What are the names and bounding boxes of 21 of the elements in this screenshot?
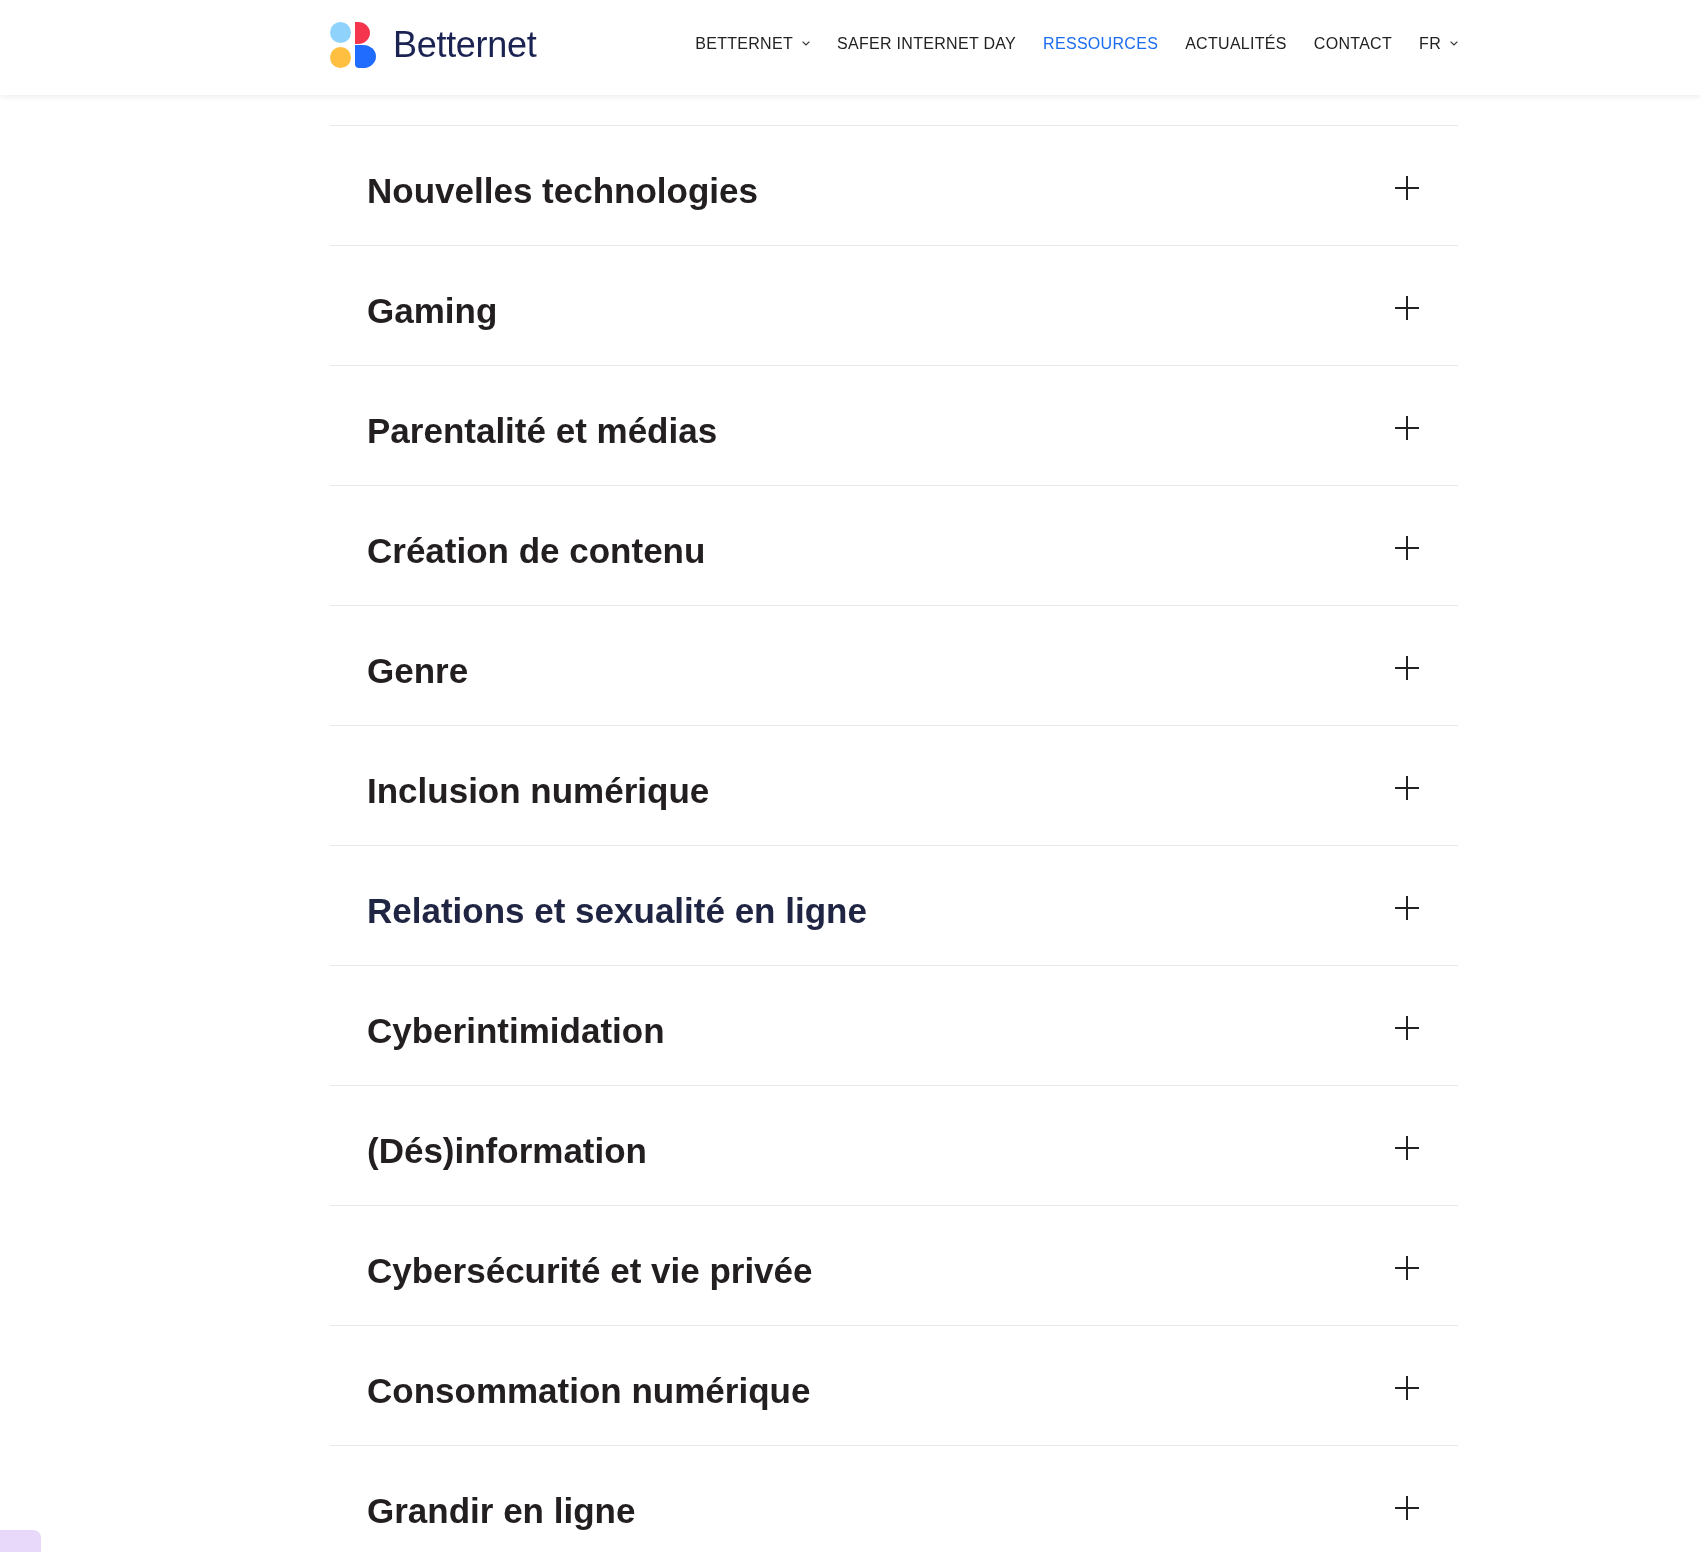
accordion-header[interactable]: Création de contenu — [330, 486, 1458, 605]
nav-link[interactable]: ACTUALITÉS — [1185, 34, 1287, 53]
logo-icon — [330, 21, 376, 68]
accordion-header[interactable]: Parentalité et médias — [330, 366, 1458, 485]
accordion-header[interactable]: Genre — [330, 606, 1458, 725]
accordion-header[interactable]: Consommation numérique — [330, 1326, 1458, 1445]
nav-link[interactable]: BETTERNET — [695, 34, 811, 53]
nav-link[interactable]: FR — [1419, 34, 1458, 53]
accordion-header[interactable]: Grandir en ligne — [330, 1446, 1458, 1552]
accordion-header[interactable]: Cyberintimidation — [330, 966, 1458, 1085]
accordion-header[interactable]: Cybersécurité et vie privée — [330, 1206, 1458, 1325]
accordion-header[interactable]: Nouvelles technologies — [330, 126, 1458, 245]
nav-link[interactable]: CONTACT — [1313, 34, 1393, 53]
nav-link[interactable]: SAFER INTERNET DAY — [837, 34, 1017, 53]
accordion-header[interactable]: Gaming — [330, 246, 1458, 365]
accordion-header[interactable]: (Dés)information — [330, 1086, 1458, 1205]
nav-link[interactable]: RESSOURCES — [1043, 34, 1159, 53]
floating-tab[interactable] — [0, 1530, 41, 1552]
accordion-header[interactable]: Relations et sexualité en ligne — [330, 846, 1458, 965]
accordion-header[interactable]: Inclusion numérique — [330, 726, 1458, 845]
logo-link[interactable]: Betternet — [330, 21, 537, 68]
